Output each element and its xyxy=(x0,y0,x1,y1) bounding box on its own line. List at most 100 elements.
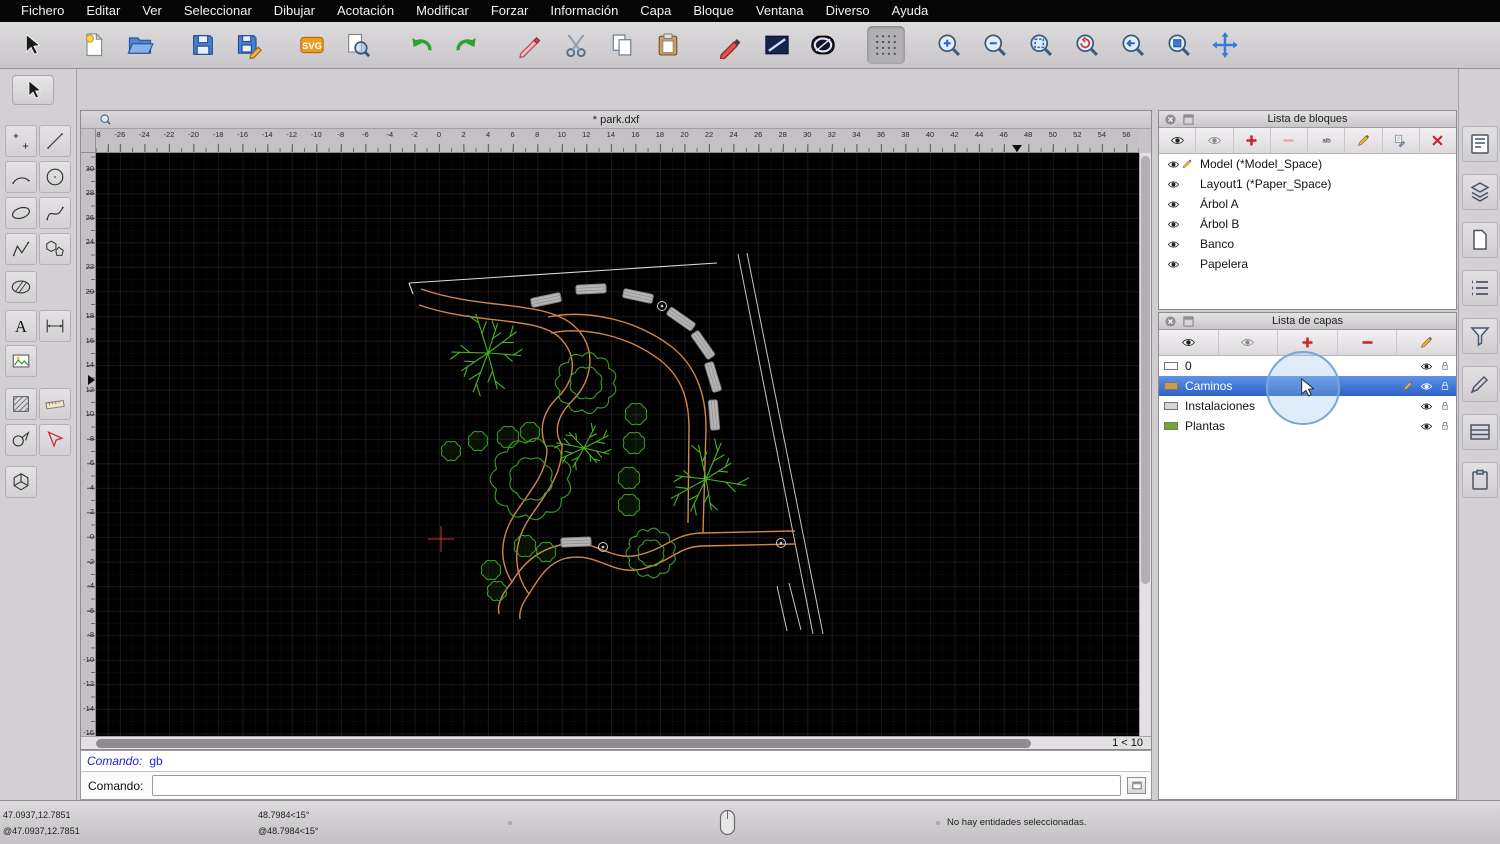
block-visibility-eye-icon[interactable] xyxy=(1165,158,1181,171)
dock-selection-filter-button[interactable] xyxy=(1462,318,1498,354)
layer-visibility-eye-icon[interactable] xyxy=(1420,420,1433,433)
menu-item-bloque[interactable]: Bloque xyxy=(682,0,744,22)
layer-panel-titlebar[interactable]: Lista de capas xyxy=(1159,313,1456,330)
block-list-item[interactable]: Layout1 (*Paper_Space) xyxy=(1159,174,1456,194)
block-visibility-eye-icon[interactable] xyxy=(1165,178,1181,191)
svg-export-button[interactable]: SVG xyxy=(293,26,331,64)
shape-tool-button[interactable] xyxy=(5,424,37,456)
menu-item-ventana[interactable]: Ventana xyxy=(745,0,815,22)
remove-layer-button[interactable] xyxy=(1338,330,1398,355)
text-tool-button[interactable]: A xyxy=(5,310,37,342)
dock-command-line-button[interactable] xyxy=(1462,414,1498,450)
block-list-item[interactable]: Papelera xyxy=(1159,254,1456,274)
menu-item-diverso[interactable]: Diverso xyxy=(815,0,881,22)
menu-item-dibujar[interactable]: Dibujar xyxy=(263,0,326,22)
zoom-in-button[interactable] xyxy=(930,26,968,64)
ellipse-tool-button[interactable] xyxy=(5,197,37,229)
block-panel-detach-icon[interactable] xyxy=(1182,113,1194,125)
show-all-blocks-button[interactable] xyxy=(1159,128,1197,153)
save-as-button[interactable] xyxy=(230,26,268,64)
menu-item-modificar[interactable]: Modificar xyxy=(405,0,480,22)
grid-toggle-button[interactable] xyxy=(867,26,905,64)
arc-tool-button[interactable] xyxy=(5,161,37,193)
line-attributes-button[interactable] xyxy=(758,26,796,64)
snap-tool-button[interactable] xyxy=(39,424,71,456)
layer-lock-icon[interactable] xyxy=(1439,400,1451,412)
block-visibility-eye-icon[interactable] xyxy=(1165,218,1181,231)
road-lines[interactable] xyxy=(737,252,824,635)
image-tool-button[interactable] xyxy=(5,345,37,377)
document-tab-strip[interactable]: * park.dxf xyxy=(81,111,1151,129)
park-boundary[interactable] xyxy=(408,262,718,295)
menu-item-ver[interactable]: Ver xyxy=(131,0,173,22)
circle-tool-button[interactable] xyxy=(39,161,71,193)
menu-item-capa[interactable]: Capa xyxy=(629,0,682,22)
layer-lock-icon[interactable] xyxy=(1439,360,1451,372)
vertical-scrollbar-thumb[interactable] xyxy=(1141,156,1150,584)
menu-item-forzar[interactable]: Forzar xyxy=(480,0,540,22)
block-visibility-eye-icon[interactable] xyxy=(1165,198,1181,211)
paste-button[interactable] xyxy=(649,26,687,64)
menu-item-ayuda[interactable]: Ayuda xyxy=(881,0,940,22)
line-tool-button[interactable] xyxy=(39,125,71,157)
selection-arrow-button[interactable] xyxy=(12,75,54,105)
fill-tool-button[interactable] xyxy=(5,388,37,420)
block-panel-titlebar[interactable]: Lista de bloques xyxy=(1159,111,1456,128)
hatch-tool-button[interactable] xyxy=(5,271,37,303)
block-visibility-eye-icon[interactable] xyxy=(1165,258,1181,271)
command-expand-button[interactable] xyxy=(1127,777,1146,794)
ellipse-attributes-button[interactable] xyxy=(804,26,842,64)
block-list-item[interactable]: Model (*Model_Space) xyxy=(1159,154,1456,174)
isometric-tool-button[interactable] xyxy=(5,466,37,498)
add-block-button[interactable] xyxy=(1234,128,1271,153)
block-list-item[interactable]: Árbol A xyxy=(1159,194,1456,214)
print-preview-button[interactable] xyxy=(339,26,377,64)
drawing-canvas[interactable] xyxy=(96,153,1139,736)
horizontal-scrollbar[interactable]: 1 < 10 xyxy=(81,736,1151,749)
new-document-button[interactable] xyxy=(75,26,113,64)
edit-block-button[interactable] xyxy=(1345,128,1383,153)
layer-visibility-eye-icon[interactable] xyxy=(1420,400,1433,413)
edit-layer-button[interactable] xyxy=(1397,330,1456,355)
block-panel-close-icon[interactable] xyxy=(1164,113,1176,125)
pan-button[interactable] xyxy=(1206,26,1244,64)
layer-visibility-eye-icon[interactable] xyxy=(1420,380,1433,393)
delete-block-button[interactable] xyxy=(1420,128,1456,153)
block-list-item[interactable]: Árbol B xyxy=(1159,214,1456,234)
dimension-tool-button[interactable] xyxy=(39,310,71,342)
zoom-window-button[interactable] xyxy=(1160,26,1198,64)
bushes[interactable] xyxy=(440,402,648,602)
measure-tool-button[interactable] xyxy=(39,388,71,420)
layer-lock-icon[interactable] xyxy=(1439,420,1451,432)
undo-button[interactable] xyxy=(402,26,440,64)
zoom-out-button[interactable] xyxy=(976,26,1014,64)
select-pointer-button[interactable] xyxy=(12,26,50,64)
horizontal-scrollbar-thumb[interactable] xyxy=(96,738,1031,748)
zoom-previous-button[interactable] xyxy=(1114,26,1152,64)
polyline-tool-button[interactable] xyxy=(5,233,37,265)
dock-property-editor-button[interactable] xyxy=(1462,126,1498,162)
points-tool-button[interactable] xyxy=(5,125,37,157)
show-all-layers-button[interactable] xyxy=(1159,330,1219,355)
menu-item-acotacion[interactable]: Acotación xyxy=(326,0,405,22)
redo-button[interactable] xyxy=(448,26,486,64)
menu-item-fichero[interactable]: Fichero xyxy=(10,0,75,22)
dock-clipboard-button[interactable] xyxy=(1462,462,1498,498)
hide-all-layers-button[interactable] xyxy=(1219,330,1279,355)
dock-layer-list-button[interactable] xyxy=(1462,174,1498,210)
delete-entity-button[interactable] xyxy=(511,26,549,64)
spline-tool-button[interactable] xyxy=(39,197,71,229)
menu-item-seleccionar[interactable]: Seleccionar xyxy=(173,0,263,22)
polygon-tool-button[interactable] xyxy=(39,233,71,265)
menu-item-editar[interactable]: Editar xyxy=(75,0,131,22)
save-button[interactable] xyxy=(184,26,222,64)
block-list-item[interactable]: Banco xyxy=(1159,234,1456,254)
zoom-refresh-button[interactable] xyxy=(1068,26,1106,64)
zoom-auto-button[interactable] xyxy=(1022,26,1060,64)
block-visibility-eye-icon[interactable] xyxy=(1165,238,1181,251)
cut-button[interactable] xyxy=(557,26,595,64)
layer-lock-icon[interactable] xyxy=(1439,380,1451,392)
menu-item-informacion[interactable]: Información xyxy=(539,0,629,22)
rename-block-button[interactable]: alb xyxy=(1308,128,1346,153)
layer-panel-close-icon[interactable] xyxy=(1164,315,1176,327)
